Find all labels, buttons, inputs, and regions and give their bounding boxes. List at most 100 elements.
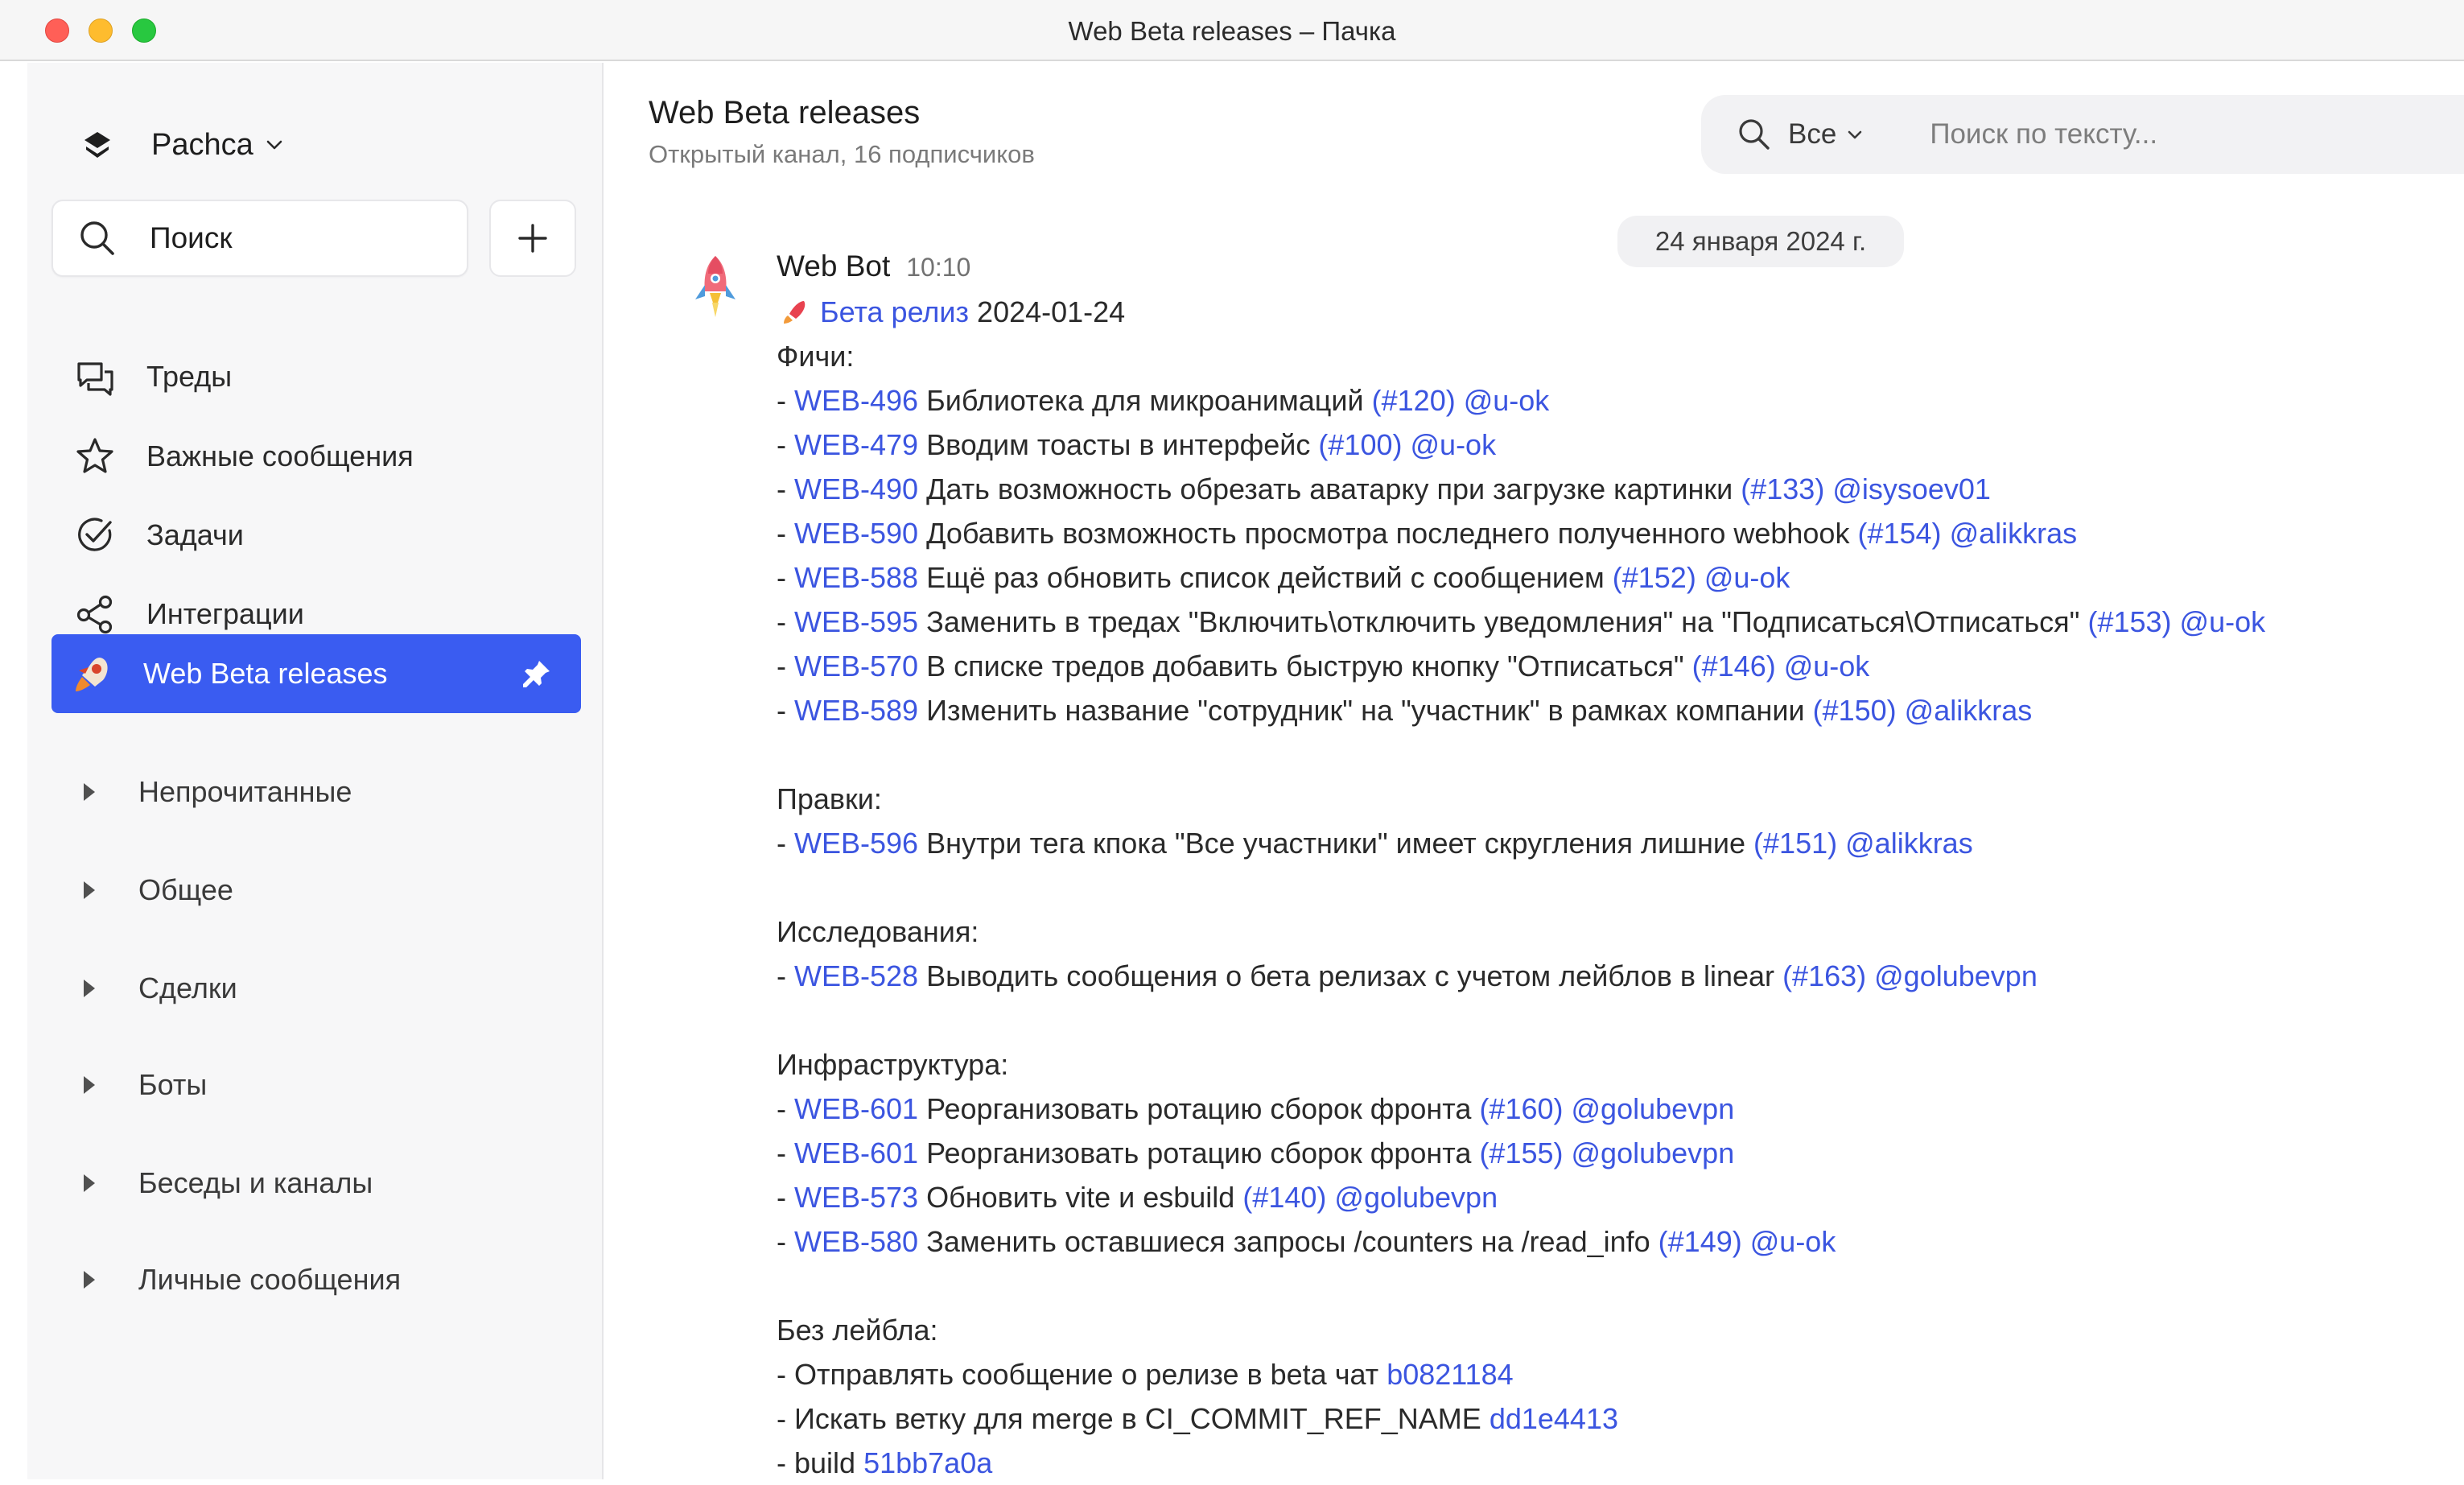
pr-link[interactable]: (#163)	[1782, 959, 1866, 992]
pr-link[interactable]: (#160)	[1479, 1092, 1563, 1125]
pr-link[interactable]: (#153)	[2087, 605, 2171, 638]
issue-link[interactable]: WEB-570	[794, 650, 918, 683]
search-input[interactable]: Поиск по тексту...	[1930, 118, 2157, 151]
pr-link[interactable]: (#155)	[1479, 1136, 1563, 1169]
issue-link[interactable]: WEB-601	[794, 1092, 918, 1125]
item-text: Изменить название "сотрудник" на "участн…	[926, 694, 1805, 727]
section-heading: Инфраструктура:	[777, 1048, 1009, 1081]
issue-link[interactable]: WEB-580	[794, 1225, 918, 1258]
pr-link[interactable]: (#146)	[1692, 650, 1776, 683]
user-mention[interactable]: @u-ok	[2180, 605, 2266, 638]
group-unread[interactable]: Непрочитанные	[84, 768, 352, 816]
pr-link[interactable]: (#151)	[1753, 827, 1837, 860]
user-mention[interactable]: @alikkras	[1845, 827, 1973, 860]
commit-link[interactable]: b0821184	[1387, 1358, 1514, 1391]
sidebar-item-tasks[interactable]: Задачи	[74, 507, 244, 563]
rocket-icon	[76, 658, 108, 691]
rocket-icon	[784, 301, 806, 324]
item-text: Искать ветку для merge в CI_COMMIT_REF_N…	[794, 1402, 1481, 1435]
user-mention[interactable]: @golubevpn	[1334, 1181, 1498, 1214]
sidebar-item-threads[interactable]: Треды	[74, 349, 232, 405]
pr-link[interactable]: (#140)	[1242, 1181, 1326, 1214]
window-edge	[0, 61, 27, 1479]
pr-link[interactable]: (#149)	[1658, 1225, 1742, 1258]
item-text: Реорганизовать ротацию сборок фронта	[926, 1092, 1472, 1125]
group-general[interactable]: Общее	[84, 866, 233, 914]
release-line: Бета релиз 2024-01-24	[777, 290, 2450, 334]
sidebar-search-label: Поиск	[150, 221, 233, 254]
changelog-item: - WEB-596 Внутри тега кпока "Все участни…	[777, 827, 1973, 860]
user-mention[interactable]: @golubevpn	[1572, 1092, 1735, 1125]
caret-right-icon	[84, 783, 95, 801]
pr-link[interactable]: (#100)	[1318, 428, 1402, 461]
user-mention[interactable]: @u-ok	[1704, 561, 1790, 594]
bot-avatar[interactable]	[681, 250, 750, 330]
pr-link[interactable]: (#152)	[1613, 561, 1696, 594]
item-text: Ещё раз обновить список действий с сообщ…	[926, 561, 1605, 594]
user-mention[interactable]: @u-ok	[1464, 384, 1550, 417]
star-icon	[76, 438, 113, 473]
user-mention[interactable]: @golubevpn	[1874, 959, 2038, 992]
pr-link[interactable]: (#120)	[1372, 384, 1456, 417]
search-icon	[1739, 119, 1770, 150]
changelog-item: - WEB-496 Библиотека для микроанимаций (…	[777, 384, 1550, 417]
group-direct-messages[interactable]: Личные сообщения	[84, 1256, 401, 1304]
changelog-item: - WEB-490 Дать возможность обрезать ават…	[777, 472, 1991, 505]
issue-link[interactable]: WEB-588	[794, 561, 918, 594]
issue-link[interactable]: WEB-589	[794, 694, 918, 727]
user-mention[interactable]: @alikkras	[1950, 517, 2078, 550]
sidebar-item-important[interactable]: Важные сообщения	[74, 428, 414, 485]
commit-link[interactable]: dd1e4413	[1490, 1402, 1618, 1435]
issue-link[interactable]: WEB-528	[794, 959, 918, 992]
sidebar-search-button[interactable]: Поиск	[52, 200, 468, 277]
issue-link[interactable]: WEB-596	[794, 827, 918, 860]
search-scope-dropdown[interactable]: Все	[1788, 118, 1865, 151]
channel-subtitle: Открытый канал, 16 подписчиков	[649, 140, 1035, 168]
issue-link[interactable]: WEB-479	[794, 428, 918, 461]
user-mention[interactable]: @golubevpn	[1572, 1136, 1735, 1169]
changelog-item: - WEB-570 В списке тредов добавить быстр…	[777, 650, 1870, 683]
release-date: 2024-01-24	[977, 295, 1126, 328]
issue-link[interactable]: WEB-573	[794, 1181, 918, 1214]
channel-item-web-beta-releases[interactable]: Web Beta releases	[52, 634, 581, 713]
active-channel-label: Web Beta releases	[143, 657, 388, 690]
pr-link[interactable]: (#154)	[1857, 517, 1941, 550]
item-text: Вводим тоасты в интерфейс	[926, 428, 1311, 461]
issue-link[interactable]: WEB-595	[794, 605, 918, 638]
changelog-item: - Отправлять сообщение о релизе в beta ч…	[777, 1358, 1514, 1391]
changelog-item: - WEB-479 Вводим тоасты в интерфейс (#10…	[777, 428, 1497, 461]
user-mention[interactable]: @u-ok	[1750, 1225, 1836, 1258]
message-author[interactable]: Web Bot	[777, 250, 890, 283]
pin-icon[interactable]	[521, 658, 552, 689]
issue-link[interactable]: WEB-601	[794, 1136, 918, 1169]
workspace-switcher[interactable]: Pachca	[82, 121, 286, 169]
section-heading: Правки:	[777, 782, 882, 815]
message-search[interactable]: Все Поиск по тексту...	[1701, 95, 2464, 174]
item-text: Реорганизовать ротацию сборок фронта	[926, 1136, 1472, 1169]
date-separator: 24 января 2024 г.	[1617, 216, 1904, 267]
group-deals[interactable]: Сделки	[84, 964, 237, 1013]
group-bots[interactable]: Боты	[84, 1061, 207, 1109]
pr-link[interactable]: (#133)	[1741, 472, 1824, 505]
item-text: build	[794, 1446, 856, 1479]
release-link[interactable]: Бета релиз	[820, 295, 969, 328]
issue-link[interactable]: WEB-490	[794, 472, 918, 505]
user-mention[interactable]: @u-ok	[1784, 650, 1870, 683]
user-mention[interactable]: @alikkras	[1905, 694, 2033, 727]
issue-link[interactable]: WEB-590	[794, 517, 918, 550]
user-mention[interactable]: @isysoev01	[1832, 472, 1991, 505]
group-label: Боты	[138, 1068, 208, 1101]
group-label: Личные сообщения	[138, 1263, 402, 1296]
commit-link[interactable]: 51bb7a0a	[863, 1446, 992, 1479]
changelog-item: - WEB-589 Изменить название "сотрудник" …	[777, 694, 2033, 727]
message-body: Бета релиз 2024-01-24 Фичи: - WEB-496 Би…	[777, 290, 2450, 1485]
pr-link[interactable]: (#150)	[1813, 694, 1897, 727]
changelog-item: - WEB-580 Заменить оставшиеся запросы /c…	[777, 1225, 1836, 1258]
user-mention[interactable]: @u-ok	[1411, 428, 1497, 461]
search-scope-value: Все	[1788, 118, 1837, 150]
add-button[interactable]	[489, 200, 576, 277]
item-text: Дать возможность обрезать аватарку при з…	[926, 472, 1733, 505]
workspace-logo-icon	[84, 132, 110, 158]
group-chats-channels[interactable]: Беседы и каналы	[84, 1159, 373, 1207]
issue-link[interactable]: WEB-496	[794, 384, 918, 417]
